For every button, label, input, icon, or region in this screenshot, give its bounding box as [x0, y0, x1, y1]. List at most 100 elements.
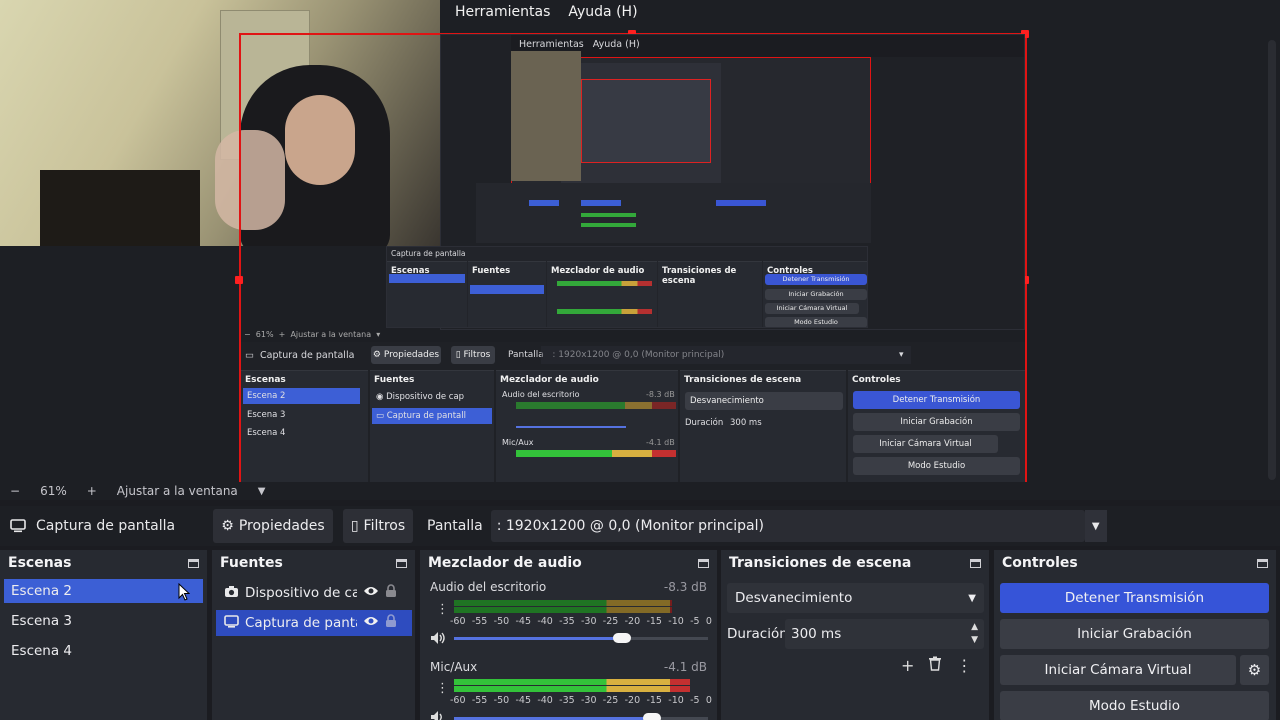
- float-dock-icon[interactable]: [970, 558, 981, 568]
- screen-label: Pantalla: [427, 518, 483, 534]
- source-item[interactable]: Dispositivo de cap: [216, 580, 412, 606]
- properties-button[interactable]: ⚙ Propiedades: [213, 509, 333, 543]
- stop-stream-button[interactable]: Detener Transmisión: [1000, 583, 1269, 613]
- meter-tick-label: -45: [515, 616, 532, 627]
- source-item[interactable]: Captura de pantall: [216, 610, 412, 636]
- screen-dropdown-button[interactable]: ▼: [1084, 510, 1107, 542]
- nested-obs-ui: ▭ Captura de pantalla ⚙ Propiedades ▯ Fi…: [241, 342, 1025, 482]
- controls-dock: Controles Detener Transmisión Iniciar Gr…: [994, 550, 1276, 720]
- scene-item[interactable]: Escena 4: [4, 639, 203, 663]
- eye-icon[interactable]: [363, 615, 379, 631]
- meter-ticks: -60 -55 -50 -45 -40 -35 -30 -25 -20 -15 -10 -5 0: [450, 695, 712, 706]
- start-virtual-camera-button[interactable]: Iniciar Cámara Virtual: [1000, 655, 1236, 685]
- camera-icon: [224, 585, 239, 602]
- speaker-icon[interactable]: [430, 630, 446, 649]
- transition-select[interactable]: Desvanecimiento ▼: [727, 583, 984, 613]
- transition-select-value: Desvanecimiento: [735, 590, 853, 606]
- zoom-dropdown-icon[interactable]: ▼: [258, 486, 266, 497]
- duration-label: Duración: [727, 626, 788, 642]
- scene-item[interactable]: Escena 3: [4, 609, 203, 633]
- source-toolbar: Captura de pantalla ⚙ Propiedades ▯ Filt…: [0, 506, 1280, 546]
- lock-icon[interactable]: [385, 614, 397, 632]
- meter-tick-label: -10: [668, 695, 684, 706]
- mixer-title: Mezclador de audio: [428, 555, 582, 571]
- channel-name: Audio del escritorio: [430, 580, 547, 594]
- monitor-icon: [224, 614, 239, 632]
- nested-capture-2: Captura de pantalla Escenas Fuentes Mezc…: [386, 246, 868, 328]
- channel-menu-icon[interactable]: ⋮: [436, 681, 449, 696]
- meter-tick-label: 0: [705, 695, 712, 706]
- meter-tick-label: -60: [450, 616, 466, 627]
- chevron-down-icon: ▼: [968, 592, 976, 604]
- eye-icon[interactable]: [363, 585, 379, 601]
- meter-tick-label: -55: [471, 695, 488, 706]
- chevron-down-icon: ▼: [1091, 520, 1100, 532]
- scenes-dock: Escenas Escena 2 Escena 3 Escena 4: [0, 550, 207, 720]
- resize-handle-left[interactable]: [235, 276, 243, 284]
- volume-meter: [454, 600, 708, 614]
- mouse-cursor-icon: [178, 583, 190, 601]
- controls-title: Controles: [1002, 555, 1078, 571]
- zoom-fit-button[interactable]: Ajustar a la ventana: [117, 484, 238, 498]
- zoom-bar: − 61% + Ajustar a la ventana ▼: [0, 482, 1280, 500]
- meter-tick-label: -30: [580, 695, 597, 706]
- studio-mode-button[interactable]: Modo Estudio: [1000, 691, 1269, 720]
- float-dock-icon[interactable]: [396, 558, 407, 568]
- start-recording-button[interactable]: Iniciar Grabación: [1000, 619, 1269, 649]
- volume-meter: [454, 679, 708, 693]
- meter-tick-label: -15: [646, 695, 662, 706]
- virtual-camera-settings-button[interactable]: ⚙: [1240, 655, 1269, 685]
- channel-menu-icon[interactable]: ⋮: [436, 602, 449, 617]
- volume-slider[interactable]: [454, 633, 708, 643]
- meter-tick-label: -50: [493, 616, 510, 627]
- speaker-icon[interactable]: [430, 709, 446, 720]
- meter-tick-label: -45: [515, 695, 532, 706]
- gear-icon: ⚙: [221, 518, 234, 534]
- lock-icon[interactable]: [385, 584, 397, 602]
- float-dock-icon[interactable]: [1257, 558, 1268, 568]
- audio-mixer-dock: Mezclador de audio Audio del escritorio …: [420, 550, 717, 720]
- preview-scrollbar[interactable]: [1268, 40, 1276, 480]
- selected-source-name: Captura de pantalla: [36, 518, 176, 534]
- add-transition-icon[interactable]: +: [901, 656, 914, 675]
- filters-label: Filtros: [363, 518, 406, 534]
- float-dock-icon[interactable]: [188, 558, 199, 568]
- sources-dock: Fuentes Dispositivo de cap Captura de pa…: [212, 550, 415, 720]
- channel-db: -4.1 dB: [663, 660, 707, 674]
- zoom-in-button[interactable]: +: [87, 484, 97, 498]
- meter-tick-label: 0: [705, 616, 712, 627]
- screen-select[interactable]: : 1920x1200 @ 0,0 (Monitor principal): [490, 510, 1085, 542]
- transitions-dock: Transiciones de escena Desvanecimiento ▼…: [721, 550, 989, 720]
- transition-menu-icon[interactable]: ⋮: [956, 656, 972, 675]
- meter-tick-label: -50: [493, 695, 510, 706]
- meter-tick-label: -5: [690, 695, 700, 706]
- screen-select-value: : 1920x1200 @ 0,0 (Monitor principal): [496, 518, 764, 534]
- gear-icon: ⚙: [1247, 661, 1262, 679]
- menu-help[interactable]: Ayuda (H): [568, 4, 637, 20]
- monitor-icon: [10, 519, 26, 533]
- meter-tick-label: -20: [624, 616, 641, 627]
- webcam-shelf: [40, 170, 200, 246]
- duration-value: 300 ms: [791, 626, 842, 642]
- trash-icon[interactable]: [928, 656, 942, 675]
- properties-label: Propiedades: [238, 518, 325, 534]
- meter-ticks: -60 -55 -50 -45 -40 -35 -30 -25 -20 -15 -10 -5 0: [450, 616, 712, 627]
- meter-tick-label: -25: [602, 616, 619, 627]
- meter-tick-label: -55: [471, 616, 488, 627]
- menu-tools[interactable]: Herramientas: [455, 4, 550, 20]
- channel-db: -8.3 dB: [663, 580, 707, 594]
- meter-tick-label: -35: [559, 695, 575, 706]
- meter-tick-label: -20: [624, 695, 641, 706]
- duration-stepper[interactable]: ▲ ▼: [971, 621, 978, 647]
- zoom-out-button[interactable]: −: [10, 484, 20, 498]
- meter-tick-label: -40: [537, 695, 553, 706]
- zoom-value: 61%: [40, 484, 67, 498]
- filters-button[interactable]: ▯ Filtros: [343, 509, 413, 543]
- scene-item[interactable]: Escena 2: [4, 579, 203, 603]
- transitions-title: Transiciones de escena: [729, 555, 912, 571]
- preview-canvas[interactable]: Herramientas Ayuda (H) Herramientas Ayud…: [0, 0, 1280, 482]
- duration-input[interactable]: 300 ms ▲ ▼: [785, 619, 984, 649]
- meter-tick-label: -35: [559, 616, 575, 627]
- float-dock-icon[interactable]: [698, 558, 709, 568]
- meter-tick-label: -10: [668, 616, 684, 627]
